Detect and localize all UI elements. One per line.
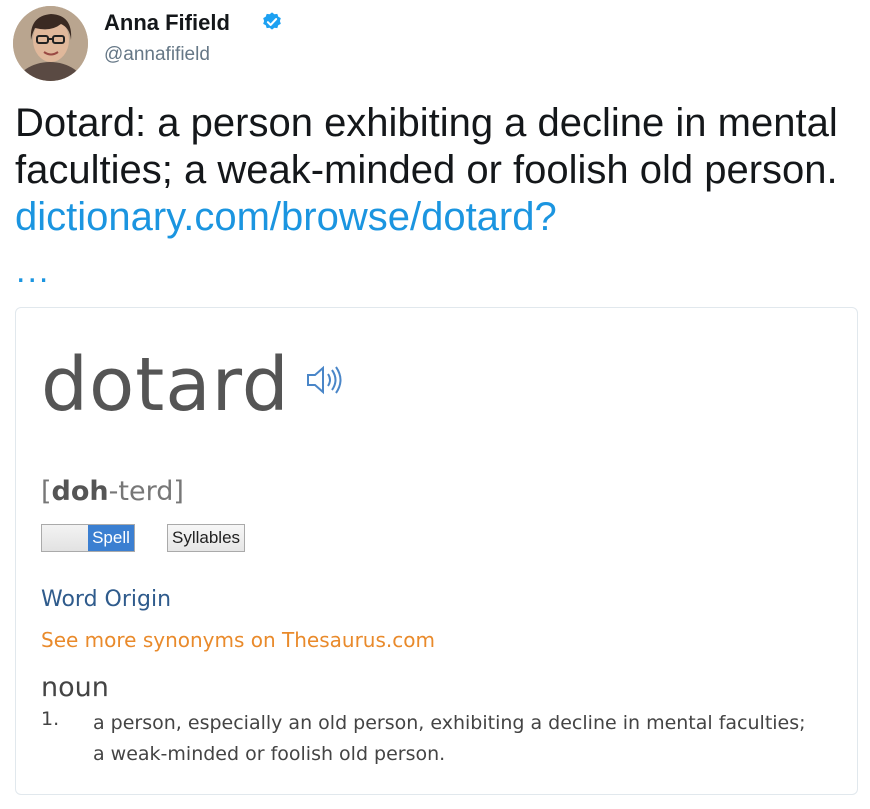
- pron-open-bracket: [: [41, 476, 52, 507]
- spell-toggle[interactable]: Spell: [41, 524, 135, 552]
- speaker-icon[interactable]: [305, 364, 343, 396]
- author-name[interactable]: Anna Fifield: [104, 10, 230, 36]
- avatar[interactable]: [13, 6, 88, 81]
- syllables-button[interactable]: Syllables: [167, 524, 246, 552]
- pronunciation: [doh-terd]: [41, 476, 184, 507]
- verified-badge-icon: [263, 12, 281, 30]
- thesaurus-link[interactable]: See more synonyms on Thesaurus.com: [41, 628, 435, 652]
- definition-text: a person, especially an old person, exhi…: [93, 712, 806, 765]
- pron-rest: -terd: [108, 476, 174, 507]
- author-handle[interactable]: @annafifield: [104, 44, 210, 66]
- tweet-link[interactable]: dictionary.com/browse/dotard?: [15, 195, 557, 239]
- tweet-body: Dotard: a person exhibiting a decline in…: [15, 101, 838, 192]
- tweet-text: Dotard: a person exhibiting a decline in…: [15, 100, 865, 241]
- pron-close-bracket: ]: [173, 476, 184, 507]
- definition-number: 1.: [41, 708, 60, 730]
- tweet-link-ellipsis[interactable]: ...: [16, 252, 50, 291]
- word-origin-link[interactable]: Word Origin: [41, 587, 171, 612]
- headword: dotard: [41, 342, 290, 428]
- link-preview-card[interactable]: dotard [doh-terd] Spell Syllables Word O…: [15, 307, 858, 795]
- spell-toggle-label: Spell: [88, 525, 134, 551]
- pron-stressed: doh: [51, 476, 109, 507]
- part-of-speech: noun: [41, 672, 109, 703]
